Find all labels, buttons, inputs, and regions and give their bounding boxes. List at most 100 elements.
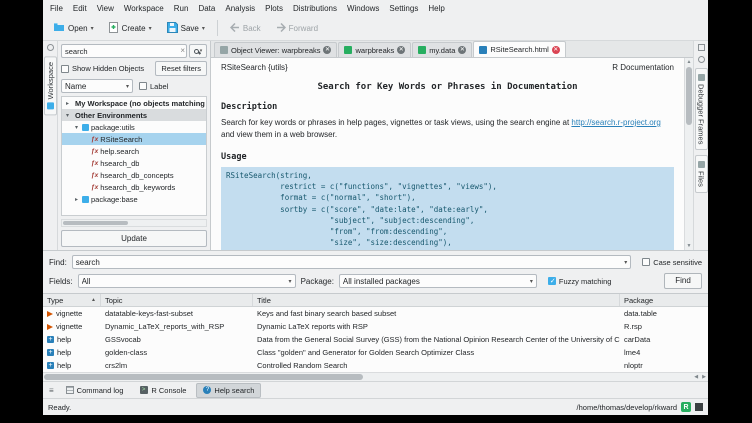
right-dock-tab[interactable]: Files xyxy=(695,155,708,193)
tree-item[interactable]: ▸ My Workspace (no objects matching filt… xyxy=(62,97,206,109)
result-package: lme4 xyxy=(620,348,708,357)
tree-item[interactable]: ▸ package:base xyxy=(62,193,206,205)
workspace-horizontal-scrollbar[interactable] xyxy=(61,219,207,227)
menu-item[interactable]: Run xyxy=(169,2,194,15)
search-options-button[interactable]: ▾ xyxy=(189,44,207,58)
column-header-type[interactable]: Type▲ xyxy=(43,294,101,306)
scroll-up-icon[interactable]: ▲ xyxy=(687,58,692,66)
case-sensitive-checkbox[interactable]: Case sensitive xyxy=(642,258,702,267)
sort-by-select[interactable]: Name ▾ xyxy=(61,79,133,93)
menu-item[interactable]: Help xyxy=(423,2,449,15)
chevron-icon[interactable]: ▸ xyxy=(73,196,80,203)
menu-item[interactable]: Data xyxy=(193,2,220,15)
find-button[interactable]: Find xyxy=(664,273,702,289)
show-hidden-label: Show Hidden Objects xyxy=(72,64,144,73)
content-vertical-scrollbar[interactable]: ▲ ▼ xyxy=(684,58,693,250)
menu-item[interactable]: Plots xyxy=(260,2,288,15)
save-button[interactable]: Save ▾ xyxy=(161,19,211,38)
pin-icon[interactable] xyxy=(47,44,54,51)
object-search-input[interactable] xyxy=(61,44,187,58)
result-type: help xyxy=(57,361,71,370)
resize-grip[interactable] xyxy=(695,403,703,411)
open-button-label: Open xyxy=(68,24,88,33)
r-status-badge[interactable]: R xyxy=(681,402,691,412)
tree-item-icon: ƒx xyxy=(91,148,98,155)
table-row[interactable]: vignette datatable-keys-fast-subset Keys… xyxy=(43,307,708,320)
checkbox-checked-icon xyxy=(548,277,556,285)
tree-item[interactable]: ƒx help.search xyxy=(62,145,206,157)
document-tab[interactable]: warpbreaks ✕ xyxy=(338,42,411,57)
tab-close-icon[interactable]: ✕ xyxy=(323,46,331,54)
result-package: R.rsp xyxy=(620,322,708,331)
right-dock-tab[interactable]: Debugger Frames xyxy=(695,68,708,150)
workspace-dock-tab[interactable]: Workspace xyxy=(44,56,57,115)
detach-icon[interactable] xyxy=(698,44,705,51)
clear-search-icon[interactable]: × xyxy=(180,45,185,57)
forward-arrow-icon xyxy=(276,23,286,34)
fields-value: All xyxy=(82,277,91,286)
column-header-package[interactable]: Package xyxy=(620,294,708,306)
document-tab[interactable]: RSiteSearch.html ✕ xyxy=(473,41,565,57)
tree-item[interactable]: ƒx hsearch_db_keywords xyxy=(62,181,206,193)
create-button[interactable]: Create ▾ xyxy=(103,19,158,38)
fuzzy-matching-checkbox[interactable]: Fuzzy matching xyxy=(548,277,612,286)
bottom-tab[interactable]: Help search xyxy=(196,383,261,398)
dock-menu-icon[interactable]: ≡ xyxy=(47,386,56,395)
back-button[interactable]: Back xyxy=(224,20,267,37)
column-header-title[interactable]: Title xyxy=(253,294,620,306)
table-row[interactable]: vignette Dynamic_LaTeX_reports_with_RSP … xyxy=(43,320,708,333)
object-search-field[interactable]: × xyxy=(61,44,187,58)
dock-tab-label: Files xyxy=(697,171,706,187)
table-row[interactable]: help GSSvocab Data from the General Soci… xyxy=(43,333,708,346)
tree-item[interactable]: ƒx RSiteSearch xyxy=(62,133,206,145)
forward-button[interactable]: Forward xyxy=(270,20,324,37)
document-tab[interactable]: my.data ✕ xyxy=(412,42,472,57)
show-hidden-checkbox[interactable]: Show Hidden Objects xyxy=(61,64,144,73)
tab-close-icon[interactable]: ✕ xyxy=(458,46,466,54)
chevron-icon[interactable]: ▾ xyxy=(73,124,80,131)
update-button[interactable]: Update xyxy=(61,230,207,247)
menu-item[interactable]: File xyxy=(45,2,68,15)
workspace-tree[interactable]: ▸ My Workspace (no objects matching filt… xyxy=(61,96,207,216)
tree-item[interactable]: ▾ Other Environments xyxy=(62,109,206,121)
fields-select[interactable]: All ▾ xyxy=(78,274,296,288)
tab-close-icon[interactable]: ✕ xyxy=(397,46,405,54)
package-select[interactable]: All installed packages ▾ xyxy=(339,274,537,288)
open-button[interactable]: Open ▾ xyxy=(47,19,100,37)
document-tab[interactable]: Object Viewer: warpbreaks ✕ xyxy=(214,42,337,57)
reset-filters-button[interactable]: Reset filters xyxy=(155,61,207,76)
tree-item[interactable]: ▾ package:utils xyxy=(62,121,206,133)
save-button-label: Save xyxy=(181,24,199,33)
scrollbar-thumb[interactable] xyxy=(63,221,128,225)
menu-item[interactable]: View xyxy=(92,2,119,15)
column-header-topic[interactable]: Topic xyxy=(101,294,253,306)
pin-icon[interactable] xyxy=(698,56,705,63)
tree-item[interactable]: ƒx hsearch_db xyxy=(62,157,206,169)
menu-item[interactable]: Workspace xyxy=(119,2,169,15)
scrollbar-thumb[interactable] xyxy=(44,374,363,380)
menu-item[interactable]: Analysis xyxy=(220,2,260,15)
scroll-down-icon[interactable]: ▼ xyxy=(687,242,692,250)
search-site-link[interactable]: http://search.r-project.org xyxy=(571,118,660,127)
menu-item[interactable]: Windows xyxy=(342,2,384,15)
scrollbar-thumb[interactable] xyxy=(686,67,692,125)
menu-item[interactable]: Distributions xyxy=(288,2,342,15)
results-horizontal-scrollbar[interactable]: ◀ ▶ xyxy=(43,372,708,381)
scroll-left-icon[interactable]: ◀ xyxy=(692,374,700,380)
bottom-tab[interactable]: Command log xyxy=(59,383,131,398)
bottom-tab[interactable]: R Console xyxy=(133,383,193,398)
menu-item[interactable]: Edit xyxy=(68,2,92,15)
find-input[interactable]: search ▾ xyxy=(72,255,631,269)
description-heading: Description xyxy=(221,102,674,112)
scroll-right-icon[interactable]: ▶ xyxy=(700,374,708,380)
table-row[interactable]: help golden-class Class "golden" and Gen… xyxy=(43,346,708,359)
tree-item[interactable]: ƒx hsearch_db_concepts xyxy=(62,169,206,181)
menu-item[interactable]: Settings xyxy=(384,2,423,15)
results-header: Type▲ Topic Title Package xyxy=(43,294,708,307)
tab-close-icon[interactable]: ✕ xyxy=(552,46,560,54)
chevron-icon[interactable]: ▸ xyxy=(64,100,71,107)
table-row[interactable]: help crs2lm Controlled Random Search nlo… xyxy=(43,359,708,372)
document-tab-label: my.data xyxy=(429,46,455,55)
chevron-icon[interactable]: ▾ xyxy=(64,112,71,119)
label-checkbox[interactable]: Label xyxy=(139,82,168,91)
